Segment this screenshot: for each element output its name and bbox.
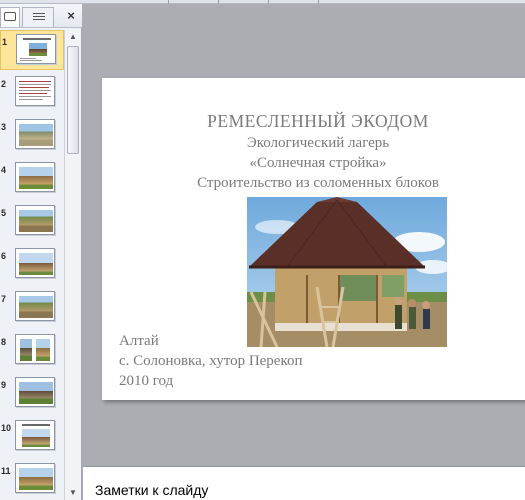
thumbnail-number: 9 bbox=[1, 380, 7, 390]
thumbnail-slide-4[interactable]: 4 bbox=[0, 159, 64, 199]
thumbnail-photo bbox=[19, 296, 53, 318]
slide-year[interactable]: 2010 год bbox=[119, 373, 173, 390]
slide-subtitle-line-3[interactable]: Строительство из соломенных блоков bbox=[102, 175, 525, 192]
thumbnail-photo bbox=[19, 124, 53, 146]
thumbnail-text-line bbox=[19, 93, 47, 94]
thumbnail-number: 1 bbox=[2, 37, 8, 47]
thumbnail-text-line bbox=[19, 96, 51, 97]
thumbnail-number: 7 bbox=[1, 294, 7, 304]
thumbnail-number: 2 bbox=[1, 79, 7, 89]
scroll-up-icon[interactable]: ▲ bbox=[65, 30, 81, 44]
thumbnail-slide-2[interactable]: 2 bbox=[0, 73, 64, 113]
thumbnail-title-line bbox=[22, 424, 50, 426]
thumbnail-slide-1[interactable]: 1 bbox=[0, 30, 64, 70]
thumbnail-slide-11[interactable]: 11 bbox=[0, 460, 64, 500]
thumbnail-slide-7[interactable]: 7 bbox=[0, 288, 64, 328]
thumbnail-text-line bbox=[19, 84, 51, 85]
thumbnail-number: 8 bbox=[1, 337, 7, 347]
thumbnail-photo bbox=[19, 382, 53, 404]
thumbnail-slide-8[interactable]: 8 bbox=[0, 331, 64, 371]
thumbnail-image bbox=[15, 291, 55, 321]
thumbnail-photo bbox=[19, 210, 53, 232]
slide-title[interactable]: РЕМЕСЛЕННЫЙ ЭКОДОМ bbox=[102, 111, 525, 132]
straw-house-photo[interactable] bbox=[247, 197, 447, 347]
scroll-down-icon[interactable]: ▼ bbox=[65, 486, 81, 500]
thumbnail-text-line bbox=[19, 99, 43, 100]
thumbnail-text-line bbox=[19, 87, 49, 88]
thumbnail-number: 5 bbox=[1, 208, 7, 218]
close-icon[interactable]: × bbox=[63, 7, 79, 25]
notes-pane[interactable]: Заметки к слайду bbox=[83, 466, 525, 500]
thumbnail-number: 10 bbox=[1, 423, 12, 433]
thumbnail-slide-10[interactable]: 10 bbox=[0, 417, 64, 457]
thumbnail-text-line bbox=[20, 60, 42, 61]
thumbnail-text-line bbox=[19, 81, 51, 82]
thumbnail-picture bbox=[29, 43, 47, 56]
thumbnail-image bbox=[15, 76, 55, 106]
thumbnail-image bbox=[15, 463, 55, 493]
thumbnail-image bbox=[15, 119, 55, 149]
thumbnail-image bbox=[15, 162, 55, 192]
thumbnail-image bbox=[15, 205, 55, 235]
thumbnail-photo bbox=[19, 253, 53, 275]
thumbnail-photo bbox=[19, 468, 53, 490]
thumbnail-image bbox=[15, 420, 55, 450]
thumbnail-slide-9[interactable]: 9 bbox=[0, 374, 64, 414]
thumbnail-scrollbar[interactable]: ▲ ▼ bbox=[64, 30, 81, 500]
slide-subtitle-line-2[interactable]: «Солнечная стройка» bbox=[102, 155, 525, 172]
thumbnail-photo bbox=[22, 429, 50, 447]
tab-outline[interactable] bbox=[22, 7, 54, 27]
thumbnail-image bbox=[16, 34, 56, 64]
thumbnail-number: 4 bbox=[1, 165, 7, 175]
thumbnail-slide-3[interactable]: 3 bbox=[0, 116, 64, 156]
thumbnail-photo bbox=[36, 339, 50, 361]
thumbnail-text-line bbox=[19, 90, 51, 91]
thumbnail-slide-5[interactable]: 5 bbox=[0, 202, 64, 242]
thumbnail-image bbox=[15, 377, 55, 407]
thumbnail-list: 1 2 3 4 5 6 7 8 9 10 11 bbox=[0, 30, 64, 500]
panel-tabs: × bbox=[0, 4, 82, 28]
thumbnail-text-line bbox=[20, 58, 36, 59]
slide-location-region[interactable]: Алтай bbox=[119, 333, 159, 350]
thumbnail-image bbox=[15, 248, 55, 278]
thumbnail-number: 3 bbox=[1, 122, 7, 132]
thumbnail-number: 6 bbox=[1, 251, 7, 261]
outline-icon bbox=[33, 13, 45, 23]
slide[interactable]: РЕМЕСЛЕННЫЙ ЭКОДОМ Экологический лагерь … bbox=[102, 78, 525, 400]
thumbnail-slide-6[interactable]: 6 bbox=[0, 245, 64, 285]
thumbnail-number: 11 bbox=[1, 466, 11, 476]
thumbnail-image bbox=[15, 334, 55, 364]
thumbnail-title-line bbox=[23, 38, 51, 40]
slide-subtitle-line-1[interactable]: Экологический лагерь bbox=[102, 135, 525, 152]
slide-icon bbox=[4, 12, 16, 21]
tab-slides[interactable] bbox=[0, 7, 20, 27]
thumbnail-photo bbox=[19, 167, 53, 189]
notes-placeholder[interactable]: Заметки к слайду bbox=[95, 482, 208, 498]
thumbnail-photo bbox=[20, 339, 32, 361]
slide-location-village[interactable]: с. Солоновка, хутор Перекоп bbox=[119, 353, 303, 370]
scrollbar-thumb[interactable] bbox=[67, 46, 79, 154]
slide-canvas: РЕМЕСЛЕННЫЙ ЭКОДОМ Экологический лагерь … bbox=[83, 4, 525, 466]
slides-panel: × 1 2 3 4 5 6 7 8 9 10 11 ▲ ▼ bbox=[0, 4, 82, 500]
